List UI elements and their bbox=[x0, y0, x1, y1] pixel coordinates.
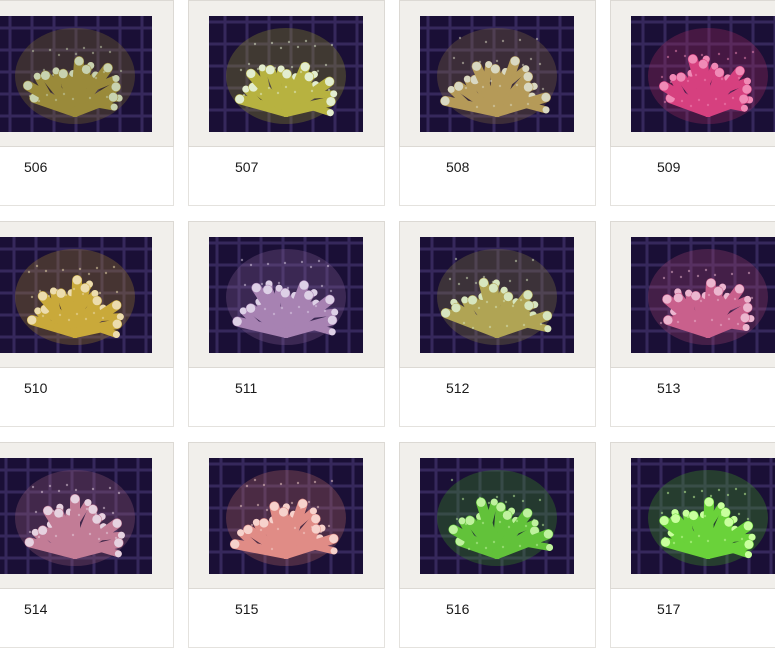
coral-photo-frame[interactable] bbox=[399, 442, 596, 589]
coral-photo[interactable] bbox=[0, 237, 152, 353]
coral-photo[interactable] bbox=[420, 237, 574, 353]
coral-number[interactable]: 516 bbox=[446, 601, 469, 617]
coral-photo-frame[interactable] bbox=[188, 221, 385, 368]
coral-number[interactable]: 515 bbox=[235, 601, 258, 617]
coral-label-box: 510 bbox=[0, 368, 174, 427]
coral-photo-frame[interactable] bbox=[610, 221, 775, 368]
coral-photo-frame[interactable] bbox=[188, 0, 385, 147]
coral-photo[interactable] bbox=[420, 458, 574, 574]
coral-number[interactable]: 506 bbox=[24, 159, 47, 175]
coral-number[interactable]: 508 bbox=[446, 159, 469, 175]
coral-photo-frame[interactable] bbox=[0, 442, 174, 589]
coral-label-box: 511 bbox=[188, 368, 385, 427]
coral-number[interactable]: 510 bbox=[24, 380, 47, 396]
coral-number[interactable]: 511 bbox=[235, 380, 257, 396]
coral-photo-frame[interactable] bbox=[610, 442, 775, 589]
coral-card[interactable]: 510 bbox=[0, 221, 174, 407]
coral-photo-frame[interactable] bbox=[0, 0, 174, 147]
coral-label-box: 513 bbox=[610, 368, 775, 427]
coral-photo[interactable] bbox=[209, 237, 363, 353]
coral-label-box: 515 bbox=[188, 589, 385, 648]
coral-label-box: 517 bbox=[610, 589, 775, 648]
coral-card[interactable]: 511 bbox=[188, 221, 385, 407]
coral-card[interactable]: 506 bbox=[0, 0, 174, 186]
coral-number[interactable]: 513 bbox=[657, 380, 680, 396]
coral-photo[interactable] bbox=[631, 237, 775, 353]
coral-number[interactable]: 514 bbox=[24, 601, 47, 617]
coral-card[interactable]: 514 bbox=[0, 442, 174, 628]
coral-card[interactable]: 517 bbox=[610, 442, 775, 628]
coral-photo[interactable] bbox=[209, 16, 363, 132]
coral-photo[interactable] bbox=[0, 16, 152, 132]
coral-card[interactable]: 507 bbox=[188, 0, 385, 186]
coral-card[interactable]: 509 bbox=[610, 0, 775, 186]
coral-card[interactable]: 508 bbox=[399, 0, 596, 186]
coral-photo-frame[interactable] bbox=[610, 0, 775, 147]
coral-photo-frame[interactable] bbox=[399, 0, 596, 147]
coral-photo[interactable] bbox=[420, 16, 574, 132]
coral-label-box: 507 bbox=[188, 147, 385, 206]
coral-number[interactable]: 509 bbox=[657, 159, 680, 175]
coral-label-box: 516 bbox=[399, 589, 596, 648]
coral-photo-frame[interactable] bbox=[0, 221, 174, 368]
coral-number[interactable]: 507 bbox=[235, 159, 258, 175]
coral-card[interactable]: 516 bbox=[399, 442, 596, 628]
coral-photo[interactable] bbox=[631, 458, 775, 574]
coral-card[interactable]: 512 bbox=[399, 221, 596, 407]
coral-photo[interactable] bbox=[209, 458, 363, 574]
coral-photo[interactable] bbox=[0, 458, 152, 574]
coral-photo-frame[interactable] bbox=[399, 221, 596, 368]
coral-label-box: 512 bbox=[399, 368, 596, 427]
coral-photo[interactable] bbox=[631, 16, 775, 132]
coral-number[interactable]: 517 bbox=[657, 601, 680, 617]
coral-number[interactable]: 512 bbox=[446, 380, 469, 396]
coral-label-box: 514 bbox=[0, 589, 174, 648]
coral-photo-frame[interactable] bbox=[188, 442, 385, 589]
coral-label-box: 509 bbox=[610, 147, 775, 206]
coral-card[interactable]: 513 bbox=[610, 221, 775, 407]
coral-card[interactable]: 515 bbox=[188, 442, 385, 628]
coral-label-box: 506 bbox=[0, 147, 174, 206]
coral-label-box: 508 bbox=[399, 147, 596, 206]
